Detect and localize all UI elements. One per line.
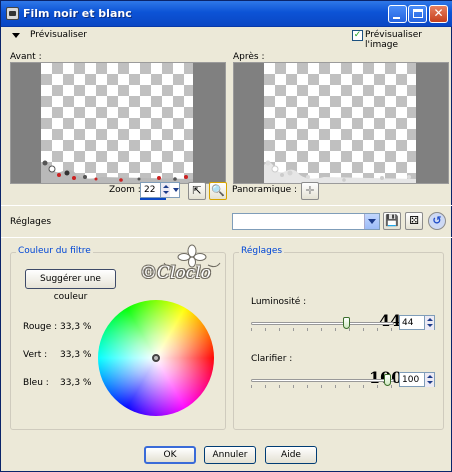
after-canvas	[264, 63, 416, 183]
after-label: Après :	[233, 52, 265, 62]
zoom-value: 22	[144, 185, 156, 195]
randomize-button[interactable]: ⚄	[405, 212, 423, 230]
suggest-color-button[interactable]: Suggérer une couleur	[25, 269, 116, 302]
watermark: ©Cloclo	[140, 244, 242, 305]
luminosity-slider-track[interactable]	[251, 322, 394, 325]
color-wheel-handle[interactable]	[152, 354, 160, 362]
separator	[1, 205, 452, 206]
save-preset-button[interactable]: 💾	[383, 212, 401, 230]
before-canvas	[41, 63, 193, 183]
flower-border-image	[264, 160, 416, 183]
clarify-slider-thumb[interactable]	[384, 374, 391, 386]
cancel-button[interactable]: Annuler	[204, 446, 256, 464]
filter-color-title: Couleur du filtre	[16, 246, 93, 256]
zoom-underline	[140, 198, 166, 200]
preview-image-checkbox[interactable]: ✓	[352, 30, 363, 41]
minimize-icon	[393, 17, 400, 19]
preview-image-label[interactable]: Prévisualiser l'image	[365, 30, 452, 50]
clarify-ticks	[251, 385, 394, 388]
clarify-input[interactable]: 100	[399, 372, 435, 387]
separator	[1, 237, 452, 238]
camera-icon	[6, 7, 19, 20]
clarify-value: 100	[402, 375, 420, 385]
clarify-label: Clarifier :	[251, 354, 293, 364]
watermark-text: ©Cloclo	[140, 263, 211, 283]
settings-group: Réglages Luminosité : 44 44 Clarifier : …	[233, 246, 444, 430]
zoom-magnifier-button[interactable]: 🔍	[209, 182, 227, 200]
pan-label: Panoramique :	[232, 185, 298, 195]
help-button[interactable]: Aide	[265, 446, 317, 464]
blue-value: 33,3 %	[60, 378, 92, 388]
luminosity-spinner[interactable]	[424, 316, 434, 330]
green-value: 33,3 %	[60, 350, 92, 360]
presets-label: Réglages	[10, 217, 52, 227]
maximize-button[interactable]	[408, 5, 427, 23]
red-value: 33,3 %	[60, 322, 92, 332]
preview-bar: Prévisualiser ✓ Prévisualiser l'image	[1, 27, 452, 50]
settings-title: Réglages	[239, 246, 285, 256]
window-title: Film noir et blanc	[23, 7, 132, 20]
zoom-dropdown-arrow-icon[interactable]	[172, 182, 181, 198]
red-label: Rouge :	[23, 322, 58, 332]
zoom-label: Zoom :	[109, 185, 141, 195]
dialog-window: Film noir et blanc ✕ Prévisualiser ✓ Pré…	[0, 0, 452, 472]
clarify-slider-track[interactable]	[251, 379, 394, 382]
minimize-button[interactable]	[388, 5, 407, 23]
after-preview[interactable]	[233, 62, 449, 184]
close-button[interactable]: ✕	[429, 5, 448, 23]
flower-border-image	[41, 160, 193, 183]
title-bar[interactable]: Film noir et blanc ✕	[1, 1, 452, 27]
collapse-arrow-icon[interactable]	[12, 33, 20, 38]
luminosity-input[interactable]: 44	[399, 315, 435, 330]
luminosity-slider-thumb[interactable]	[343, 317, 350, 329]
reset-button[interactable]: ↺	[428, 212, 446, 230]
blue-label: Bleu :	[23, 378, 49, 388]
color-wheel[interactable]	[98, 300, 214, 416]
luminosity-ticks	[251, 328, 394, 331]
close-icon: ✕	[433, 6, 444, 20]
clarify-spinner[interactable]	[424, 373, 434, 387]
presets-combobox[interactable]	[232, 213, 380, 230]
ok-button[interactable]: OK	[144, 446, 196, 464]
maximize-icon	[412, 9, 423, 18]
green-label: Vert :	[23, 350, 48, 360]
pan-button[interactable]: ✛	[301, 182, 319, 200]
before-label: Avant :	[10, 52, 42, 62]
luminosity-label: Luminosité :	[251, 297, 307, 307]
before-preview[interactable]	[10, 62, 226, 184]
zoom-fit-button[interactable]: ⇱	[188, 182, 206, 200]
dropdown-arrow-icon[interactable]	[364, 214, 379, 229]
luminosity-value: 44	[402, 318, 414, 328]
zoom-spinner[interactable]	[160, 183, 170, 197]
preview-toggle-label[interactable]: Prévisualiser	[30, 30, 87, 40]
